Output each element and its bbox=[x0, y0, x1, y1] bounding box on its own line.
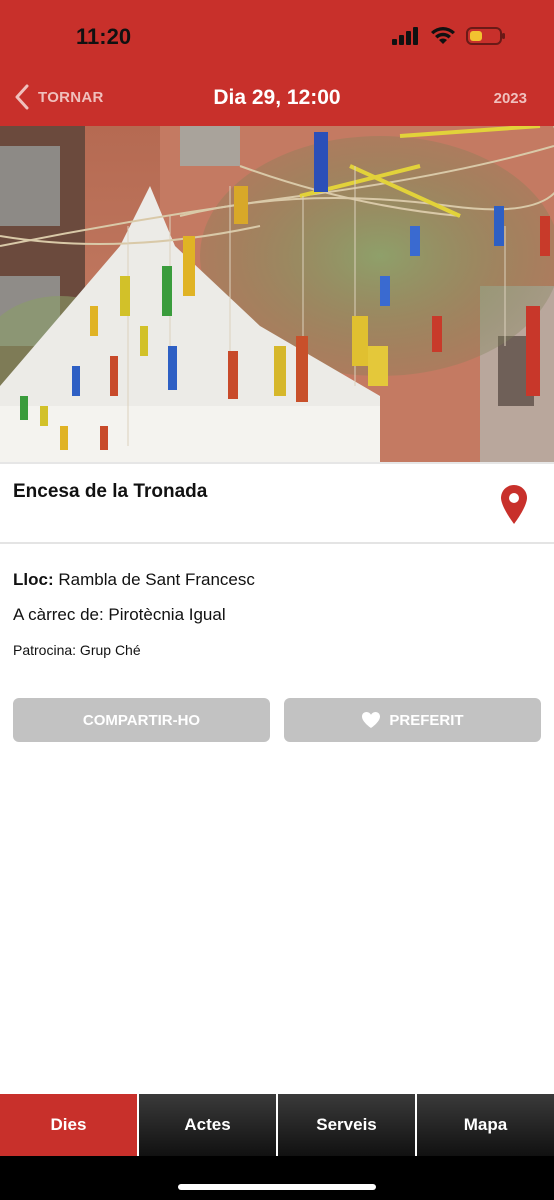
event-title: Encesa de la Tronada bbox=[13, 481, 208, 502]
wifi-icon bbox=[431, 27, 455, 44]
event-title-row: Encesa de la Tronada bbox=[0, 464, 554, 544]
map-pin-icon[interactable] bbox=[500, 484, 528, 526]
favorite-label: PREFERIT bbox=[389, 711, 464, 729]
home-indicator[interactable] bbox=[178, 1184, 376, 1190]
signal-icon bbox=[392, 27, 418, 45]
event-details: Lloc: Rambla de Sant Francesc A càrrec d… bbox=[13, 570, 255, 658]
page-title: Dia 29, 12:00 bbox=[213, 86, 341, 109]
place-label: Lloc: bbox=[13, 570, 54, 589]
year-label[interactable]: 2023 bbox=[494, 90, 527, 107]
tab-mapa[interactable]: Mapa bbox=[415, 1094, 554, 1156]
app-header: 11:20 TORNAR Dia 29, 12:00 2023 bbox=[0, 0, 554, 126]
battery-icon bbox=[466, 27, 505, 45]
tab-actes[interactable]: Actes bbox=[137, 1094, 276, 1156]
tab-serveis[interactable]: Serveis bbox=[276, 1094, 415, 1156]
bottom-tab-bar: Dies Actes Serveis Mapa bbox=[0, 1094, 554, 1156]
organizer-line: A càrrec de: Pirotècnia Igual bbox=[13, 605, 226, 624]
nav-bar: TORNAR Dia 29, 12:00 2023 bbox=[0, 76, 554, 126]
sponsor-line: Patrocina: Grup Ché bbox=[13, 642, 141, 658]
share-label: COMPARTIR-HO bbox=[82, 711, 201, 729]
share-button[interactable]: COMPARTIR-HO bbox=[13, 698, 270, 742]
favorite-button[interactable]: PREFERIT bbox=[284, 698, 541, 742]
event-photo bbox=[0, 126, 554, 464]
status-icons bbox=[392, 26, 506, 46]
place-line: Lloc: Rambla de Sant Francesc bbox=[13, 570, 255, 605]
place-value: Rambla de Sant Francesc bbox=[58, 570, 255, 589]
tab-dies[interactable]: Dies bbox=[0, 1094, 137, 1156]
status-bar: 11:20 bbox=[0, 0, 554, 76]
home-indicator-area bbox=[0, 1156, 554, 1200]
status-time: 11:20 bbox=[76, 24, 132, 49]
heart-icon bbox=[362, 712, 381, 728]
